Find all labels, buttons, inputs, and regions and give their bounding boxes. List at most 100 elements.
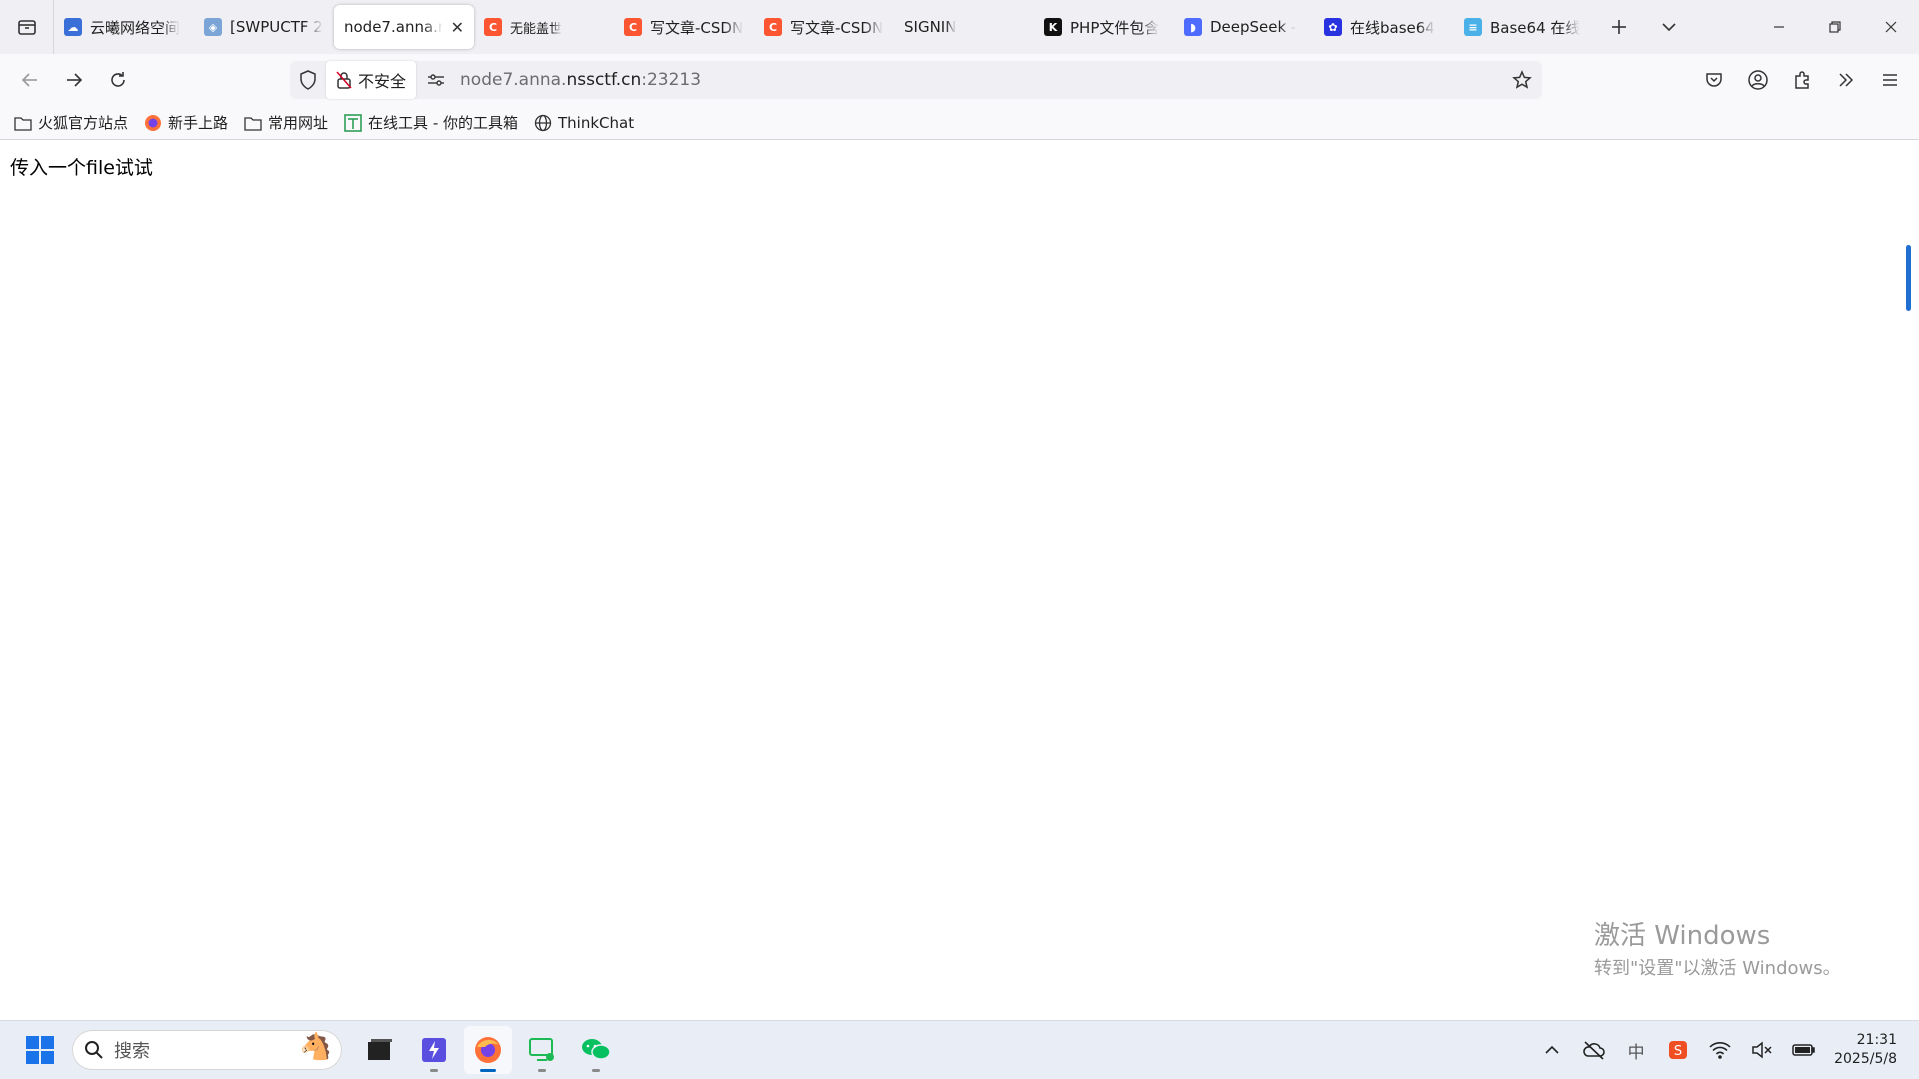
puzzle-icon [1795, 71, 1809, 89]
scrollbar-thumb[interactable] [1906, 245, 1911, 311]
running-indicator [538, 1069, 546, 1072]
cloud-site-icon: ☁ [64, 18, 82, 36]
globe-icon [534, 114, 552, 131]
pocket-button[interactable] [1695, 60, 1733, 100]
clock-date: 2025/5/8 [1834, 1051, 1897, 1067]
plus-icon [1612, 20, 1626, 34]
tab-strip: ☁ 云曦网络空间 ◈ [SWPUCTF 2 node7.anna.n ✕ C 无… [0, 0, 1919, 54]
bookmark-item[interactable]: ThinkChat [534, 114, 634, 132]
start-button[interactable] [20, 1030, 60, 1070]
tab-9[interactable]: ◗ DeepSeek - [1174, 5, 1314, 49]
minimize-icon [1774, 26, 1784, 28]
show-hidden-icons-button[interactable] [1540, 1038, 1564, 1062]
reload-button[interactable] [96, 60, 140, 100]
url-bar[interactable]: 不安全 node7.anna.nssctf.cn:23213 [290, 61, 1542, 99]
tab-title: 写文章-CSDN [650, 18, 744, 37]
new-tab-button[interactable] [1594, 0, 1644, 54]
tab-8[interactable]: K PHP文件包含 [1034, 5, 1174, 49]
bookmark-star-button[interactable] [1512, 70, 1532, 94]
taskbar: 搜索 🐴 中 S 21:31 2025/5/8 [0, 1020, 1919, 1079]
csdn-icon: C [484, 18, 502, 36]
pocket-icon [1706, 73, 1722, 87]
tab-list-button[interactable] [0, 0, 54, 54]
bookmark-item[interactable]: 在线工具 - 你的工具箱 [344, 112, 518, 133]
battery-button[interactable] [1792, 1038, 1816, 1062]
chevron-up-icon [1545, 1045, 1559, 1054]
url-prefix: node7.anna. [460, 70, 567, 90]
tab-11[interactable]: ≡ Base64 在线 [1454, 5, 1594, 49]
deepseek-icon: ◗ [1184, 18, 1202, 36]
forward-button[interactable] [52, 60, 96, 100]
sogou-input-button[interactable]: S [1666, 1038, 1690, 1062]
tab-title: node7.anna.n [344, 18, 443, 36]
permissions-button[interactable] [416, 72, 456, 88]
tab-4[interactable]: C 无能盖世 [474, 5, 614, 49]
clock[interactable]: 21:31 2025/5/8 [1834, 1031, 1897, 1069]
close-window-button[interactable] [1863, 0, 1919, 54]
taskbar-search[interactable]: 搜索 🐴 [72, 1030, 342, 1070]
volume-button[interactable] [1750, 1038, 1774, 1062]
tracking-protection-button[interactable] [290, 70, 326, 90]
taskbar-app-ide[interactable] [410, 1026, 458, 1074]
tab-list-icon [17, 20, 36, 35]
bookmark-item[interactable]: 常用网址 [244, 112, 328, 133]
wifi-icon [1709, 1042, 1731, 1059]
bookmark-label: 在线工具 - 你的工具箱 [368, 114, 518, 132]
bookmark-item[interactable]: 火狐官方站点 [14, 112, 128, 133]
tab-7[interactable]: SIGNIN [894, 5, 1034, 49]
active-indicator [480, 1069, 496, 1072]
tab-1[interactable]: ☁ 云曦网络空间 [54, 5, 194, 49]
chevron-down-icon [1662, 23, 1676, 32]
double-chevron-right-icon [1839, 73, 1854, 87]
watermark-subtitle: 转到"设置"以激活 Windows。 [1594, 958, 1841, 979]
taskbar-app-firefox[interactable] [464, 1026, 512, 1074]
running-indicator [430, 1069, 438, 1072]
url-text[interactable]: node7.anna.nssctf.cn:23213 [460, 70, 701, 90]
minimize-button[interactable] [1751, 0, 1807, 54]
tab-title: Base64 在线 [1490, 18, 1581, 37]
tool-icon [344, 113, 362, 132]
tab-6[interactable]: C 写文章-CSDN [754, 5, 894, 49]
remote-desktop-icon [529, 1038, 554, 1061]
folder-icon [14, 116, 32, 131]
overflow-menu-button[interactable] [1827, 60, 1865, 100]
tab-title: [SWPUCTF 2 [230, 18, 323, 36]
windows-activation-watermark: 激活 Windows 转到"设置"以激活 Windows。 [1594, 915, 1841, 980]
extensions-button[interactable] [1783, 60, 1821, 100]
restore-button[interactable] [1807, 0, 1863, 54]
wifi-button[interactable] [1708, 1038, 1732, 1062]
taskbar-app-wechat[interactable] [572, 1026, 620, 1074]
bookmark-label: 常用网址 [268, 114, 329, 132]
tab-title: SIGNIN [904, 18, 957, 36]
close-tab-icon[interactable]: ✕ [451, 18, 464, 37]
battery-charging-icon [1792, 1044, 1815, 1056]
taskbar-app-terminal[interactable] [356, 1026, 404, 1074]
page-content: 传入一个file试试 激活 Windows 转到"设置"以激活 Windows。 [0, 141, 1919, 1020]
list-all-tabs-button[interactable] [1644, 0, 1694, 54]
taskbar-app-remote-desktop[interactable] [518, 1026, 566, 1074]
account-button[interactable] [1739, 60, 1777, 100]
tab-3[interactable]: node7.anna.n ✕ [334, 5, 474, 49]
tab-5[interactable]: C 写文章-CSDN [614, 5, 754, 49]
app-menu-button[interactable] [1871, 60, 1909, 100]
site-security-button[interactable]: 不安全 [326, 61, 417, 99]
onedrive-button[interactable] [1582, 1038, 1606, 1062]
navigation-toolbar: 不安全 node7.anna.nssctf.cn:23213 [0, 54, 1919, 106]
reload-icon [111, 72, 125, 87]
back-button[interactable] [8, 60, 52, 100]
svg-text:S: S [1674, 1044, 1682, 1059]
permissions-icon [428, 74, 445, 86]
firefox-icon [145, 114, 162, 131]
firefox-icon [475, 1037, 501, 1063]
tab-list: ☁ 云曦网络空间 ◈ [SWPUCTF 2 node7.anna.n ✕ C 无… [54, 0, 1594, 54]
star-icon [1512, 70, 1532, 89]
search-icon [85, 1041, 103, 1059]
cloud-offline-icon [1583, 1041, 1605, 1060]
tab-2[interactable]: ◈ [SWPUCTF 2 [194, 5, 334, 49]
bookmark-item[interactable]: 新手上路 [144, 112, 228, 133]
hamburger-icon [1883, 74, 1897, 86]
running-indicator [592, 1069, 600, 1072]
input-method-button[interactable]: 中 [1624, 1038, 1648, 1063]
tab-10[interactable]: ✿ 在线base64 [1314, 5, 1454, 49]
wechat-icon [582, 1039, 611, 1060]
